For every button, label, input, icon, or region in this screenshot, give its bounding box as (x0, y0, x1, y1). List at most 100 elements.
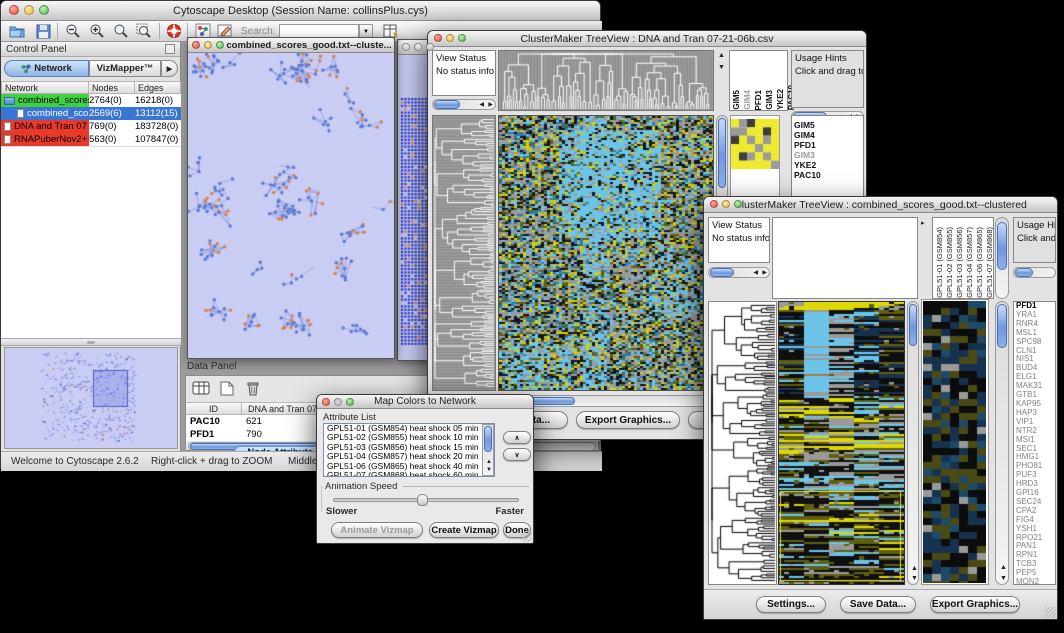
scroll-down-icon[interactable]: ▼ (486, 467, 492, 473)
gene-label[interactable]: MON2 (1014, 578, 1055, 585)
heatmap-vscrollbar[interactable]: ▲ ▼ (907, 301, 919, 585)
column-dendrogram[interactable] (772, 217, 918, 299)
column-header-network[interactable]: Network (1, 81, 89, 94)
minimize-button[interactable] (446, 34, 454, 42)
heatmap-main-view[interactable] (778, 301, 905, 585)
scroll-left-icon[interactable]: ◀ (753, 270, 758, 276)
save-icon[interactable] (33, 22, 53, 40)
create-vizmap-button[interactable]: Create Vizmap (429, 522, 499, 538)
close-button[interactable] (9, 5, 19, 15)
save-data-button[interactable]: Save Data... (840, 596, 916, 613)
zoom-heatmap-panel[interactable] (921, 299, 989, 585)
export-graphics-button[interactable]: Export Graphics... (576, 411, 680, 429)
view-status-scrollbar[interactable]: ◀ ▶ (432, 99, 496, 110)
scroll-up-icon[interactable]: ▲ (1000, 565, 1007, 571)
minimize-button[interactable] (414, 43, 422, 51)
row-dendrogram[interactable] (708, 301, 777, 585)
scrollbar-thumb[interactable] (434, 100, 460, 109)
minimize-button[interactable] (24, 5, 34, 15)
open-file-icon[interactable] (7, 22, 27, 40)
column-dendrogram[interactable] (498, 50, 714, 111)
network-table-row[interactable]: combined_sco2569(6)13112(15) (1, 107, 181, 120)
birdseye-canvas[interactable] (5, 348, 177, 448)
zoom-button[interactable] (39, 5, 49, 15)
settings-label: Settings... (767, 599, 815, 610)
network1-canvas[interactable] (188, 53, 394, 358)
heatmap-main-view[interactable] (498, 115, 714, 391)
column-labels-vscrollbar[interactable] (995, 217, 1009, 299)
attribute-list: GPL51-01 (GSM854) heat shock 05 minGPL51… (323, 423, 495, 477)
close-button[interactable] (192, 41, 200, 49)
zoom-in-icon[interactable] (87, 22, 107, 40)
scroll-up-icon[interactable]: ▲ (911, 566, 918, 572)
resize-grip[interactable] (521, 531, 532, 542)
attribute-list-vscrollbar[interactable]: ▲ ▼ (482, 424, 494, 476)
animation-speed-slider-thumb[interactable] (417, 494, 428, 506)
settings-button[interactable]: Settings... (756, 596, 826, 613)
zoom-button[interactable] (734, 200, 742, 208)
row-dendrogram[interactable] (432, 115, 496, 391)
treeview2-titlebar[interactable]: ClusterMaker TreeView : combined_scores_… (704, 197, 1057, 213)
scrollbar-thumb[interactable] (909, 304, 917, 346)
scrollbar-thumb[interactable] (710, 268, 734, 277)
zoom-heatmap-canvas[interactable] (923, 301, 986, 583)
close-button[interactable] (322, 398, 330, 406)
zoom-heatmap-canvas[interactable] (731, 119, 779, 169)
minimize-button[interactable] (204, 41, 212, 49)
new-attribute-icon[interactable] (217, 379, 237, 397)
move-up-button[interactable]: ∧ (503, 431, 531, 444)
float-panel-icon[interactable] (165, 44, 175, 54)
scroll-left-icon[interactable]: ◀ (479, 102, 484, 108)
treeview1-titlebar[interactable]: ClusterMaker TreeView : DNA and Tran 07-… (428, 31, 866, 47)
gene-list-vscrollbar[interactable]: ▲ ▼ (995, 301, 1009, 585)
panel-splitter-handle[interactable] (1, 338, 181, 346)
scroll-down-icon[interactable]: ▼ (911, 576, 918, 582)
close-button[interactable] (710, 200, 718, 208)
birdseye-view[interactable] (4, 347, 178, 449)
scrollbar-thumb[interactable] (718, 118, 726, 188)
network-table-row[interactable]: DNA and Tran 07769(0)183728(0) (1, 120, 181, 133)
tab-overflow[interactable]: ▶ (161, 60, 178, 77)
column-header-edges[interactable]: Edges (135, 81, 181, 94)
scrollbar-thumb[interactable] (997, 304, 1007, 348)
network-table-row[interactable]: combined_scores_2764(0)16218(0) (1, 94, 181, 107)
resize-grip[interactable] (1045, 607, 1056, 618)
column-header-nodes[interactable]: Nodes (89, 81, 135, 94)
scroll-up-icon[interactable]: ▲ (486, 459, 492, 465)
minimize-button[interactable] (722, 200, 730, 208)
scrollbar-thumb[interactable] (997, 222, 1007, 270)
scroll-up-icon[interactable]: ▲ (718, 53, 725, 59)
attribute-item[interactable]: GPL51-07 (GSM868) heat shock 60 min (324, 471, 494, 477)
animate-vizmap-button[interactable]: Animate Vizmap (331, 522, 423, 538)
zoom-button[interactable] (216, 41, 224, 49)
attribute-select-table-icon[interactable] (191, 379, 211, 397)
delete-attribute-trash-icon[interactable] (243, 379, 263, 397)
zoom-fit-icon[interactable] (111, 22, 131, 40)
view-status-scrollbar[interactable]: ◀ ▶ (708, 267, 770, 278)
scrollbar-thumb[interactable] (1015, 268, 1033, 277)
dialog-titlebar[interactable]: Map Colors to Network (317, 395, 533, 409)
column-header-id[interactable]: ID (186, 402, 242, 415)
usage-hints-scrollbar[interactable] (1013, 267, 1056, 278)
scroll-down-icon[interactable]: ▼ (1000, 576, 1007, 582)
export-graphics-button[interactable]: Export Graphics... (930, 596, 1020, 613)
scrollbar-thumb[interactable] (484, 426, 492, 452)
move-down-button[interactable]: ∨ (503, 448, 531, 461)
close-button[interactable] (434, 34, 442, 42)
help-lifesaver-icon[interactable] (164, 22, 184, 40)
zoom-button[interactable] (346, 398, 354, 406)
minimize-button[interactable] (334, 398, 342, 406)
close-button[interactable] (402, 43, 410, 51)
tab-network[interactable]: Network (4, 60, 89, 77)
zoom-button[interactable] (458, 34, 466, 42)
main-titlebar[interactable]: Cytoscape Desktop (Session Name: collins… (1, 1, 600, 21)
zoom-out-icon[interactable] (63, 22, 83, 40)
scroll-down-icon[interactable]: ▼ (718, 65, 725, 71)
scroll-right-icon[interactable]: ▶ (762, 270, 767, 276)
scroll-right-icon[interactable]: ▸ (921, 221, 925, 227)
tab-vizmapper[interactable]: VizMapper™ (89, 60, 161, 77)
scroll-right-icon[interactable]: ▶ (488, 102, 493, 108)
zoom-selected-icon[interactable] (134, 22, 154, 40)
network1-titlebar[interactable]: combined_scores_good.txt--cluste... (188, 38, 394, 53)
network-table-row[interactable]: RNAPuberNov2+563(0)107847(0) (1, 133, 181, 146)
